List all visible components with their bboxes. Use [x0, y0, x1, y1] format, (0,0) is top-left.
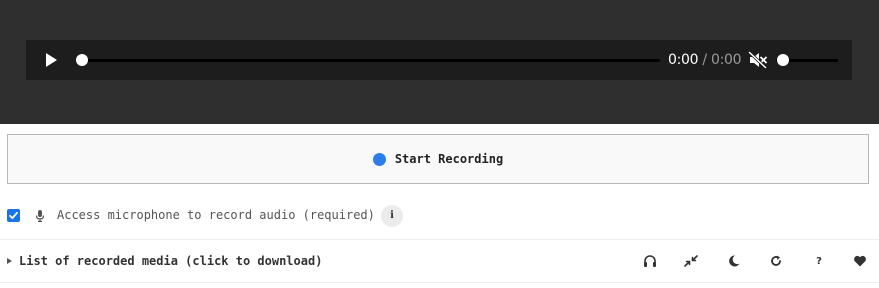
recorded-media-label: List of recorded media (click to downloa…	[19, 254, 323, 268]
muted-speaker-icon	[747, 50, 768, 70]
record-dot-icon	[372, 152, 386, 166]
headphones-button[interactable]	[642, 253, 658, 269]
checkmark-icon	[9, 211, 18, 220]
question-icon[interactable]: ?	[811, 253, 827, 269]
refresh-icon	[771, 255, 781, 266]
compress-button[interactable]	[683, 253, 699, 269]
current-time: 0:00	[668, 52, 699, 68]
time-separator: /	[698, 52, 711, 68]
seek-track	[76, 59, 660, 62]
divider	[0, 282, 879, 283]
recorded-media-row: List of recorded media (click to downloa…	[0, 240, 879, 282]
moon-icon	[729, 255, 740, 267]
play-icon	[46, 53, 57, 67]
compress-arrows-icon	[684, 255, 698, 267]
refresh-button[interactable]	[768, 253, 784, 269]
audio-controls-bar: 0:00 / 0:00	[26, 40, 852, 80]
caret-right-icon	[7, 258, 12, 264]
mute-button[interactable]	[747, 50, 768, 70]
microphone-access-label: Access microphone to record audio (requi…	[57, 208, 375, 222]
microphone-permission-row: Access microphone to record audio (requi…	[0, 202, 879, 230]
heart-icon	[854, 255, 866, 267]
seek-thumb[interactable]	[76, 54, 88, 66]
volume-slider[interactable]	[776, 52, 838, 68]
heart-button[interactable]	[852, 253, 868, 269]
recorded-media-toggle[interactable]: List of recorded media (click to downloa…	[7, 254, 322, 268]
microphone-icon	[35, 210, 45, 223]
microphone-checkbox[interactable]	[7, 209, 20, 222]
seek-slider[interactable]	[76, 52, 660, 68]
play-button[interactable]	[42, 51, 60, 69]
dark-mode-button[interactable]	[726, 253, 742, 269]
info-icon[interactable]: i	[381, 205, 403, 227]
media-player-area: 0:00 / 0:00	[0, 0, 879, 124]
start-recording-button[interactable]: Start Recording	[7, 134, 869, 184]
start-recording-label: Start Recording	[394, 152, 504, 166]
headphones-icon	[644, 255, 656, 267]
volume-thumb[interactable]	[777, 54, 789, 66]
time-display: 0:00 / 0:00	[668, 40, 742, 80]
duration-time: 0:00	[710, 52, 742, 68]
